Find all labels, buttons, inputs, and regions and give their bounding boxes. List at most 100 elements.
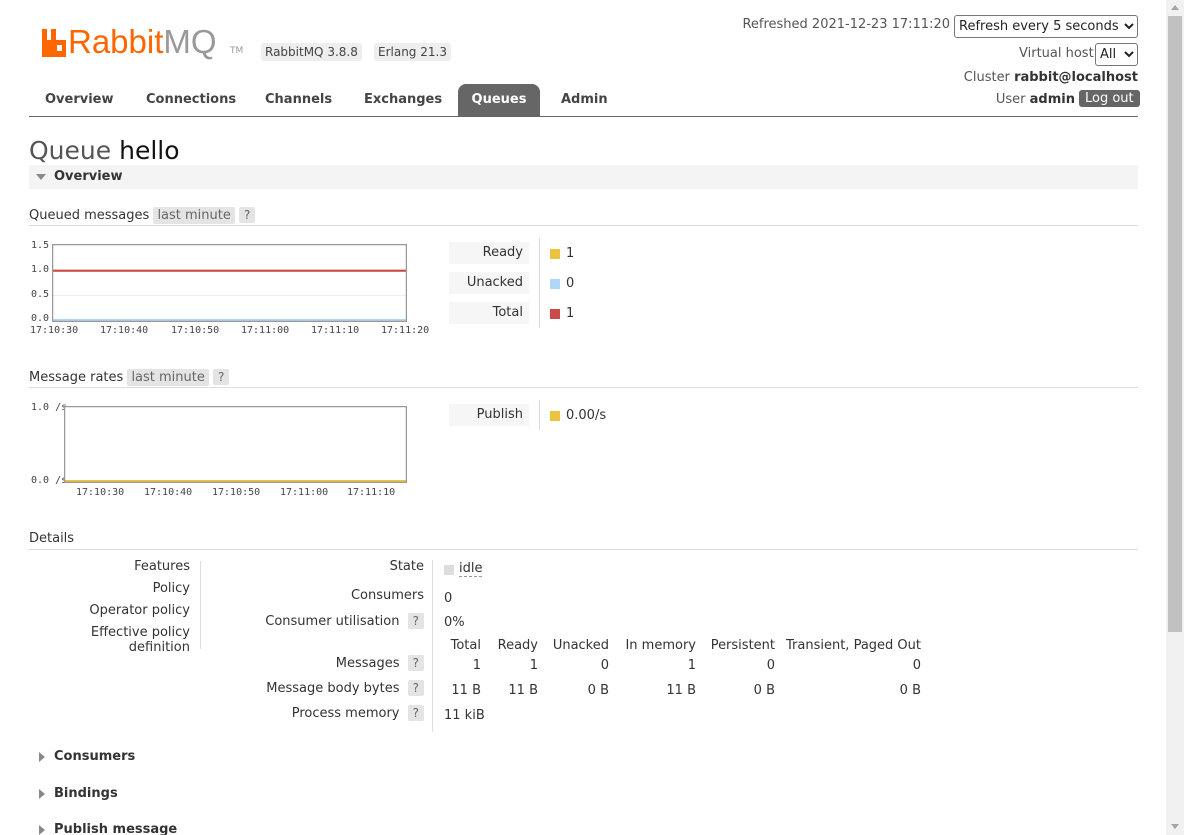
vertical-scrollbar[interactable] [1166,0,1184,835]
help-button[interactable]: ? [407,613,424,629]
refresh-interval-select[interactable]: Refresh every 5 seconds [954,15,1138,38]
legend-swatch-ready [550,249,560,259]
queued-messages-header: Queued messages last minute ? [29,207,256,224]
queued-messages-label: Queued messages [29,208,150,223]
chart1-ytick: 1.0 [31,264,50,275]
legend-swatch-publish [550,411,560,421]
message-rates-chart [64,406,407,483]
help-button[interactable]: ? [213,369,230,385]
range-selector[interactable]: last minute [153,207,235,224]
tab-overview[interactable]: Overview [33,84,126,116]
table-cell: 1 [472,658,481,673]
overview-section-header[interactable]: Overview [29,165,1138,189]
chevron-right-icon [39,825,45,835]
col-header-transient: Transient, Paged Out [786,638,921,653]
row-label-messages: Messages [335,656,400,671]
col-header-persistent: Persistent [710,638,775,653]
chevron-down-icon [36,174,46,180]
chart2-ytick: 0.0 /s [31,475,68,486]
legend-total-value: 1 [566,306,575,321]
table-cell: 0 B [753,683,775,698]
scroll-down-arrow-icon[interactable] [1171,824,1179,829]
tab-admin[interactable]: Admin [549,84,620,116]
details-divider [200,561,201,649]
legend-publish-value: 0.00/s [566,408,607,423]
table-cell: 0 B [587,683,609,698]
col-header-in-memory: In memory [625,638,696,653]
chart2-xtick: 17:11:10 [347,487,396,498]
divider [29,387,1138,388]
cluster-name: rabbit@localhost [1014,70,1138,85]
scroll-up-arrow-icon[interactable] [1171,5,1179,10]
effective-policy-label: Effective policy definition [90,625,190,655]
help-button[interactable]: ? [407,680,424,696]
table-row-label: Message body bytes ? [220,680,424,696]
user-info: User admin [900,92,1075,107]
col-header-unacked: Unacked [552,638,609,653]
scrollbar-thumb[interactable] [1168,16,1182,632]
table-cell: 0 [766,658,775,673]
row-label-body-bytes: Message body bytes [266,681,400,696]
consumers-section-header[interactable]: Consumers [29,748,329,768]
row-label-process-memory: Process memory [291,706,400,721]
chevron-right-icon [39,752,45,762]
message-rates-label: Message rates [29,370,124,385]
chart-plot-area [52,244,407,322]
tab-queues[interactable]: Queues [458,84,540,116]
legend-unacked-label: Unacked [449,272,529,294]
policy-label: Policy [152,581,190,596]
table-row-label: Process memory ? [220,705,424,721]
logout-button[interactable]: Log out [1079,90,1140,107]
tab-channels[interactable]: Channels [253,84,344,116]
legend-publish-label: Publish [449,404,529,426]
chart2-xtick: 17:10:50 [212,487,261,498]
legend-swatch-total [550,309,560,319]
message-rates-header: Message rates last minute ? [29,369,230,386]
consumer-utilisation-text: Consumer utilisation [265,614,400,629]
tab-connections[interactable]: Connections [134,84,248,116]
chart2-xtick: 17:10:40 [144,487,193,498]
chart2-xtick: 17:10:30 [76,487,125,498]
page-title: Queue hello [29,136,180,165]
tab-exchanges[interactable]: Exchanges [352,84,454,116]
chart1-xtick: 17:10:30 [30,325,79,336]
legend-total-label: Total [449,302,529,324]
chart1-xtick: 17:11:00 [241,325,290,336]
features-label: Features [134,559,190,574]
user-label: User [995,92,1026,107]
user-name: admin [1029,92,1075,107]
chart2-xtick: 17:11:00 [280,487,329,498]
logo-tm: TM [230,46,244,56]
cluster-info: Cluster rabbit@localhost [900,70,1138,85]
consumers-value: 0 [444,591,453,606]
state-indicator-icon [444,565,454,575]
help-button[interactable]: ? [407,705,424,721]
chart1-ytick: 0.5 [31,289,50,300]
range-selector[interactable]: last minute [127,369,209,386]
cluster-label: Cluster [963,70,1010,85]
logo-text-rabbit: Rabbit [68,23,164,60]
consumer-utilisation-value: 0% [444,615,465,630]
table-cell: 1 [687,658,696,673]
vhost-select[interactable]: All [1095,43,1138,66]
publish-message-section-title: Publish message [54,822,178,835]
legend-ready-label: Ready [449,242,529,264]
chart1-ytick: 0.0 [31,313,50,324]
help-button[interactable]: ? [239,207,256,223]
table-cell: 0 [600,658,609,673]
logo-text-mq: MQ [163,23,217,60]
table-cell: 11 B [666,683,696,698]
chart1-xtick: 17:11:20 [381,325,430,336]
state-label: State [389,559,424,574]
refreshed-time: 2021-12-23 17:11:20 [811,17,950,32]
details-label: Details [29,531,75,546]
chevron-right-icon [39,789,45,799]
state-value: idle [459,561,483,577]
table-cell: 1 [529,658,538,673]
help-button[interactable]: ? [407,655,424,671]
process-memory-value: 11 kiB [444,708,485,723]
publish-message-section-header[interactable]: Publish message [29,821,329,835]
bindings-section-header[interactable]: Bindings [29,785,329,805]
refreshed-info: Refreshed 2021-12-23 17:11:20 [700,17,950,32]
legend-ready-value: 1 [566,246,575,261]
